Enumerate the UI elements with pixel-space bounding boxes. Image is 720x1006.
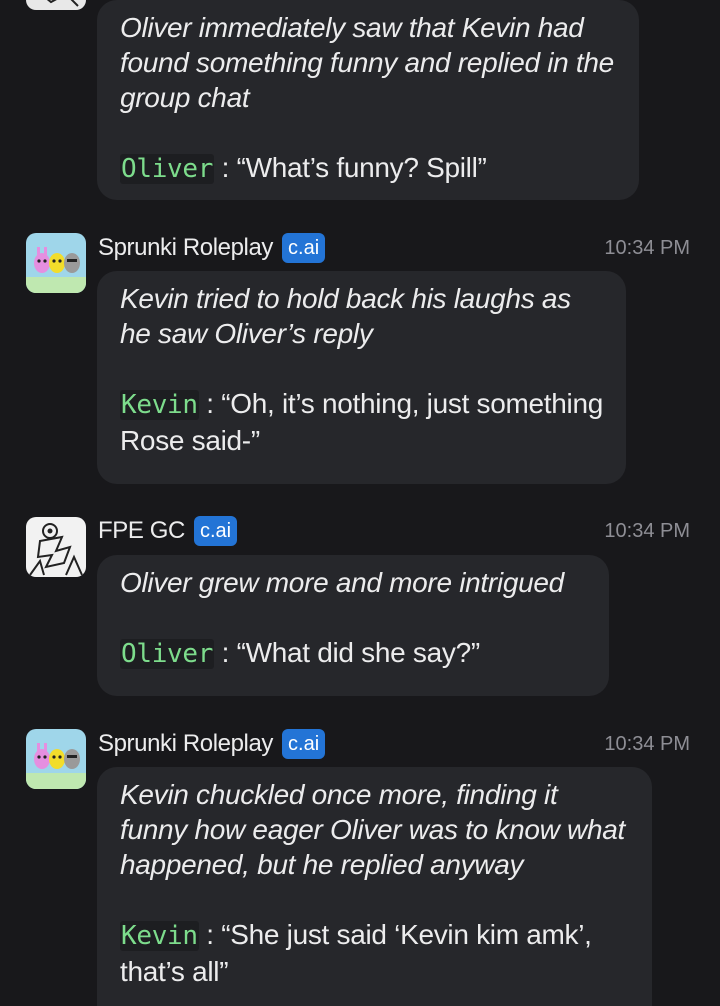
sketch-avatar-icon <box>26 0 86 10</box>
separator: : <box>214 152 237 183</box>
separator: : <box>214 637 237 668</box>
speaker-name: Kevin <box>120 390 199 420</box>
sender-name[interactable]: Sprunki Roleplay <box>98 234 273 262</box>
avatar[interactable] <box>26 517 86 577</box>
cai-badge: c.ai <box>282 233 326 263</box>
narration-text: Oliver grew more and more intrigued <box>120 567 564 598</box>
avatar[interactable] <box>26 0 86 10</box>
timestamp: 10:34 PM <box>604 236 690 259</box>
message-bubble[interactable]: Oliver grew more and more intrigued Oliv… <box>97 555 609 696</box>
avatar[interactable] <box>26 233 86 293</box>
quote-text: “What’s funny? Spill” <box>236 152 487 183</box>
dialogue-line: Oliver : “What did she say?” <box>120 635 587 672</box>
sender-name[interactable]: Sprunki Roleplay <box>98 730 273 758</box>
separator: : <box>198 388 222 419</box>
cai-badge: c.ai <box>193 516 238 546</box>
narration-text: Kevin chuckled once more, finding it fun… <box>120 779 626 880</box>
message-header: FPE GC c.ai 10:34 PM <box>98 514 690 548</box>
dialogue-line: Oliver : “What’s funny? Spill” <box>120 150 617 187</box>
message-bubble[interactable]: Kevin tried to hold back his laughs as h… <box>97 271 626 484</box>
sprunki-avatar-icon <box>26 233 86 293</box>
quote-text: “What did she say?” <box>236 637 481 668</box>
narration-text: Kevin tried to hold back his laughs as h… <box>120 283 571 349</box>
dialogue-line: Kevin : “She just said ‘Kevin kim amk’, … <box>120 917 630 989</box>
speaker-name: Kevin <box>120 921 199 951</box>
timestamp: 10:34 PM <box>604 519 690 542</box>
sender-name[interactable]: FPE GC <box>98 517 185 545</box>
narration-text: Oliver immediately saw that Kevin had fo… <box>120 12 614 113</box>
dialogue-line: Kevin : “Oh, it’s nothing, just somethin… <box>120 386 604 458</box>
message-bubble[interactable]: Oliver immediately saw that Kevin had fo… <box>97 0 639 200</box>
speaker-name: Oliver <box>120 639 215 669</box>
chat-thread: Oliver immediately saw that Kevin had fo… <box>0 0 720 1006</box>
avatar[interactable] <box>26 729 86 789</box>
timestamp: 10:34 PM <box>604 732 690 755</box>
sketch-avatar-icon <box>26 517 86 577</box>
separator: : <box>198 919 222 950</box>
message-header: Sprunki Roleplay c.ai 10:34 PM <box>98 231 690 265</box>
message-bubble[interactable]: Kevin chuckled once more, finding it fun… <box>97 767 652 1006</box>
message-header: Sprunki Roleplay c.ai 10:34 PM <box>98 727 690 761</box>
sprunki-avatar-icon <box>26 729 86 789</box>
speaker-name: Oliver <box>120 154 215 184</box>
cai-badge: c.ai <box>282 729 326 759</box>
